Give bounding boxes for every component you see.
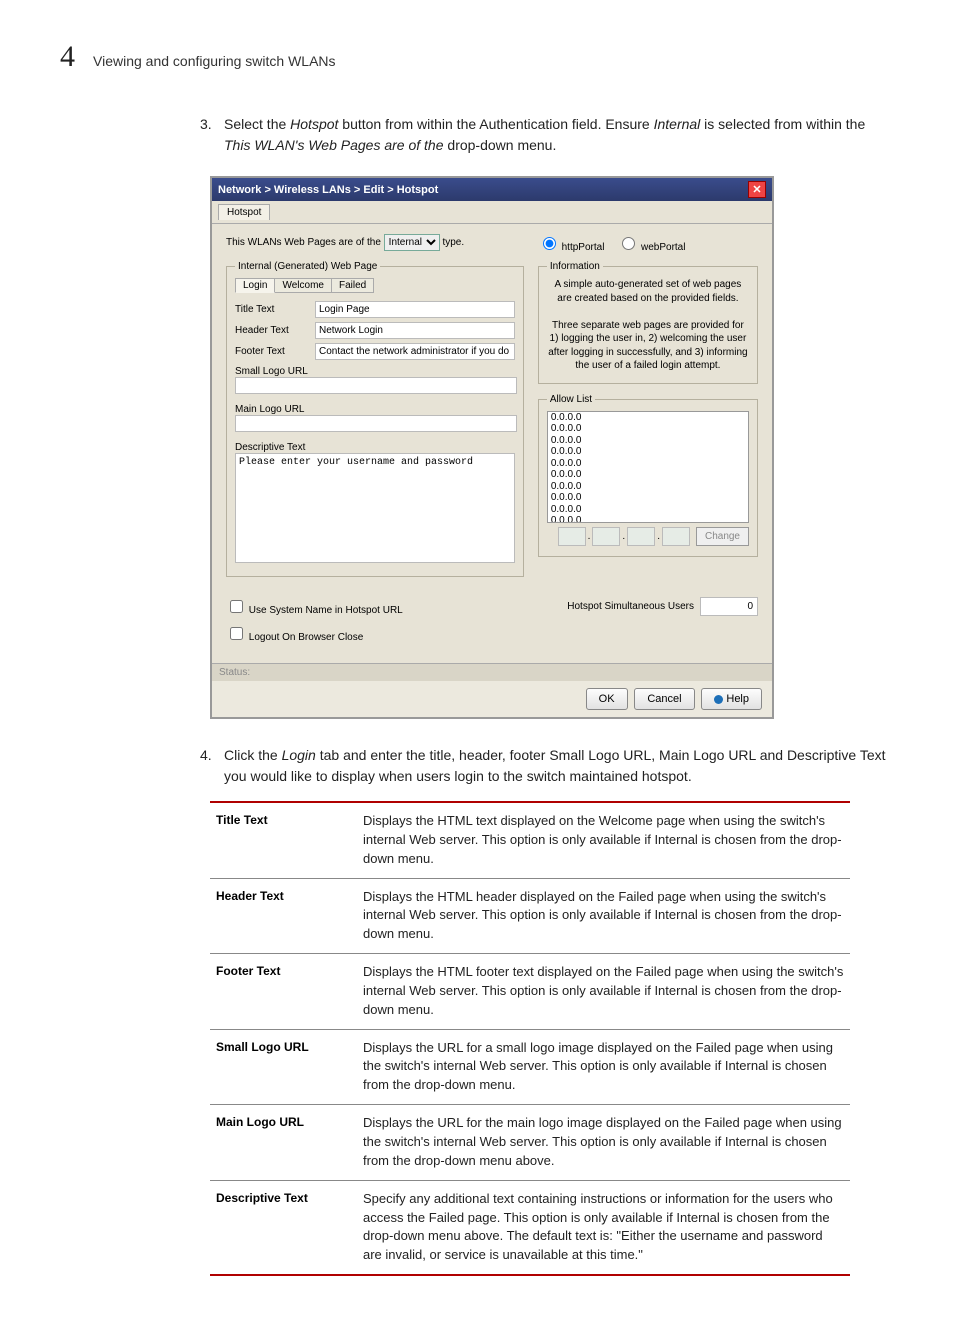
subtabs: LoginWelcomeFailed	[235, 278, 515, 293]
use-system-name-checkbox[interactable]: Use System Name in Hotspot URL	[226, 597, 403, 616]
allow-list-item[interactable]: 0.0.0.0	[548, 504, 748, 516]
ip-octet-1[interactable]	[558, 527, 586, 546]
tab-hotspot[interactable]: Hotspot	[218, 204, 270, 220]
ip-entry-row: ... Change	[547, 527, 749, 546]
header-text-input[interactable]	[315, 322, 515, 339]
table-row: Main Logo URLDisplays the URL for the ma…	[210, 1105, 850, 1181]
httpportal-radio[interactable]: httpPortal	[538, 242, 605, 253]
internal-page-fieldset: Internal (Generated) Web Page LoginWelco…	[226, 261, 524, 577]
table-row: Small Logo URLDisplays the URL for a sma…	[210, 1029, 850, 1105]
allow-listbox[interactable]: 0.0.0.00.0.0.00.0.0.00.0.0.00.0.0.00.0.0…	[547, 411, 749, 523]
ip-octet-3[interactable]	[627, 527, 655, 546]
breadcrumb: Network > Wireless LANs > Edit > Hotspot	[218, 184, 438, 196]
subtab-failed[interactable]: Failed	[331, 278, 374, 293]
allow-list-item[interactable]: 0.0.0.0	[548, 412, 748, 424]
allow-list-item[interactable]: 0.0.0.0	[548, 515, 748, 523]
dialog-extras: Use System Name in Hotspot URL Hotspot S…	[212, 593, 772, 663]
table-row: Title TextDisplays the HTML text display…	[210, 802, 850, 878]
ok-button[interactable]: OK	[586, 688, 628, 710]
footer-text-input[interactable]	[315, 343, 515, 360]
title-text-input[interactable]	[315, 301, 515, 318]
dialog-titlebar: Network > Wireless LANs > Edit > Hotspot…	[212, 178, 772, 201]
allow-list-item[interactable]: 0.0.0.0	[548, 423, 748, 435]
table-row: Footer TextDisplays the HTML footer text…	[210, 954, 850, 1030]
table-row: Descriptive TextSpecify any additional t…	[210, 1180, 850, 1275]
button-bar: OK Cancel Help	[212, 681, 772, 717]
cancel-button[interactable]: Cancel	[634, 688, 694, 710]
allow-list-item[interactable]: 0.0.0.0	[548, 446, 748, 458]
allow-list-fieldset: Allow List 0.0.0.00.0.0.00.0.0.00.0.0.00…	[538, 394, 758, 557]
step-4: 4. Click the Login tab and enter the tit…	[200, 745, 894, 787]
chapter-number: 4	[60, 40, 75, 74]
hotspot-dialog: Network > Wireless LANs > Edit > Hotspot…	[210, 176, 774, 719]
main-logo-input[interactable]	[235, 415, 517, 432]
allow-list-item[interactable]: 0.0.0.0	[548, 492, 748, 504]
small-logo-input[interactable]	[235, 377, 517, 394]
dialog-tabs: Hotspot	[212, 201, 772, 224]
allow-list-item[interactable]: 0.0.0.0	[548, 435, 748, 447]
step-3: 3. Select the Hotspot button from within…	[200, 114, 894, 156]
logout-on-close-checkbox[interactable]: Logout On Browser Close	[226, 624, 363, 643]
section-title: Viewing and configuring switch WLANs	[93, 53, 336, 69]
subtab-login[interactable]: Login	[235, 278, 275, 293]
portal-radio-group: httpPortal webPortal	[538, 234, 758, 253]
allow-list-item[interactable]: 0.0.0.0	[548, 458, 748, 470]
change-button[interactable]: Change	[696, 527, 749, 546]
webportal-radio[interactable]: webPortal	[617, 242, 685, 253]
help-button[interactable]: Help	[701, 688, 762, 710]
status-bar: Status:	[212, 663, 772, 681]
simultaneous-users-input[interactable]	[700, 597, 758, 616]
page-type-select[interactable]: Internal	[384, 234, 440, 251]
allow-list-item[interactable]: 0.0.0.0	[548, 469, 748, 481]
descriptive-text-input[interactable]: Please enter your username and password	[235, 453, 515, 563]
close-icon[interactable]: ✕	[748, 181, 766, 198]
information-fieldset: Information A simple auto-generated set …	[538, 261, 758, 384]
table-row: Header TextDisplays the HTML header disp…	[210, 878, 850, 954]
page-header: 4 Viewing and configuring switch WLANs	[60, 40, 894, 74]
field-description-table: Title TextDisplays the HTML text display…	[210, 801, 850, 1276]
page-type-row: This WLANs Web Pages are of the Internal…	[226, 234, 524, 251]
subtab-welcome[interactable]: Welcome	[274, 278, 332, 293]
ip-octet-2[interactable]	[592, 527, 620, 546]
ip-octet-4[interactable]	[662, 527, 690, 546]
help-icon	[714, 695, 723, 704]
allow-list-item[interactable]: 0.0.0.0	[548, 481, 748, 493]
